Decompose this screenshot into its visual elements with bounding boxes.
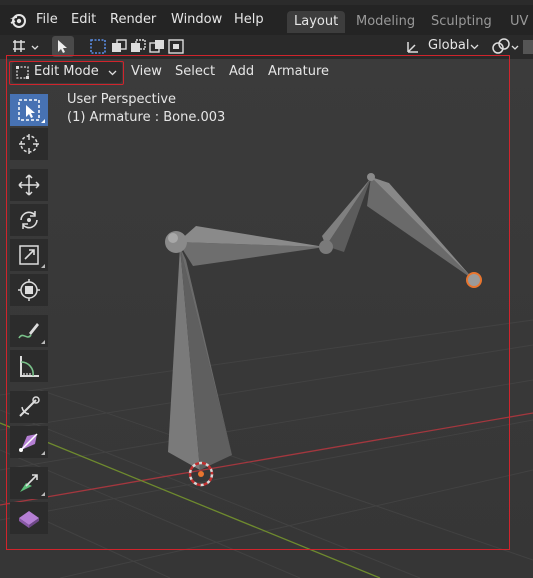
select-box-icon bbox=[18, 99, 40, 121]
menu-window[interactable]: Window bbox=[169, 10, 224, 30]
tool-annotate[interactable] bbox=[10, 315, 48, 347]
measure-icon bbox=[20, 356, 39, 377]
roll-icon bbox=[19, 396, 40, 417]
tool-bone-size[interactable] bbox=[10, 426, 48, 458]
menu-view[interactable]: View bbox=[131, 61, 162, 83]
scale-icon bbox=[19, 245, 39, 265]
viewport-scene bbox=[0, 59, 533, 578]
tool-extrude[interactable] bbox=[10, 467, 48, 499]
selected-bone-tail bbox=[466, 272, 482, 288]
tool-roll[interactable] bbox=[10, 391, 48, 423]
orientation-dropdown[interactable]: Global bbox=[403, 36, 481, 57]
selection-mode-icons[interactable] bbox=[89, 38, 185, 56]
cursor-icon bbox=[19, 134, 39, 154]
move-icon bbox=[18, 174, 40, 196]
menu-help[interactable]: Help bbox=[232, 10, 266, 30]
annotate-icon bbox=[18, 323, 39, 339]
rotate-icon bbox=[20, 211, 38, 229]
blender-logo-icon[interactable] bbox=[9, 11, 27, 29]
tool-scale[interactable] bbox=[10, 239, 48, 271]
viewport-object-info: (1) Armature : Bone.003 bbox=[67, 110, 226, 125]
bone-envelope-icon bbox=[19, 511, 39, 528]
menu-select[interactable]: Select bbox=[175, 61, 215, 83]
orientation-axes-icon bbox=[407, 42, 418, 53]
tool-cursor[interactable] bbox=[10, 128, 48, 160]
editor-type-icon[interactable] bbox=[10, 38, 40, 56]
tool-header: Global bbox=[0, 35, 533, 59]
mode-highlight-frame bbox=[9, 61, 124, 85]
tab-sculpting[interactable]: Sculpting bbox=[424, 11, 499, 33]
tool-rotate[interactable] bbox=[10, 204, 48, 236]
tab-modeling[interactable]: Modeling bbox=[349, 11, 422, 33]
menu-render[interactable]: Render bbox=[108, 10, 158, 30]
tab-uv-editing[interactable]: UV E bbox=[503, 11, 533, 51]
tool-transform[interactable] bbox=[10, 274, 48, 306]
cursor-arrow-icon bbox=[58, 40, 67, 53]
tool-bone-envelope[interactable] bbox=[10, 502, 48, 534]
menu-armature[interactable]: Armature bbox=[268, 61, 329, 83]
menu-edit[interactable]: Edit bbox=[69, 10, 98, 30]
pivot-link-icon[interactable] bbox=[490, 38, 533, 56]
bone-size-icon bbox=[19, 433, 38, 452]
3d-viewport[interactable]: User Perspective (1) Armature : Bone.003 bbox=[0, 59, 533, 578]
menu-file[interactable]: File bbox=[34, 10, 60, 30]
extrude-icon bbox=[20, 474, 38, 492]
chevron-down-icon bbox=[470, 44, 479, 50]
tool-select-box[interactable] bbox=[10, 94, 48, 126]
top-bar: File Edit Render Window Help Layout Mode… bbox=[0, 5, 533, 51]
viewport-perspective-label: User Perspective bbox=[67, 92, 177, 107]
orientation-label: Global bbox=[428, 38, 470, 53]
tab-layout[interactable]: Layout bbox=[287, 11, 346, 33]
tool-move[interactable] bbox=[10, 169, 48, 201]
tool-measure[interactable] bbox=[10, 350, 48, 382]
select-mode-button[interactable] bbox=[52, 36, 74, 57]
menu-add[interactable]: Add bbox=[229, 61, 254, 83]
transform-icon bbox=[18, 279, 40, 301]
